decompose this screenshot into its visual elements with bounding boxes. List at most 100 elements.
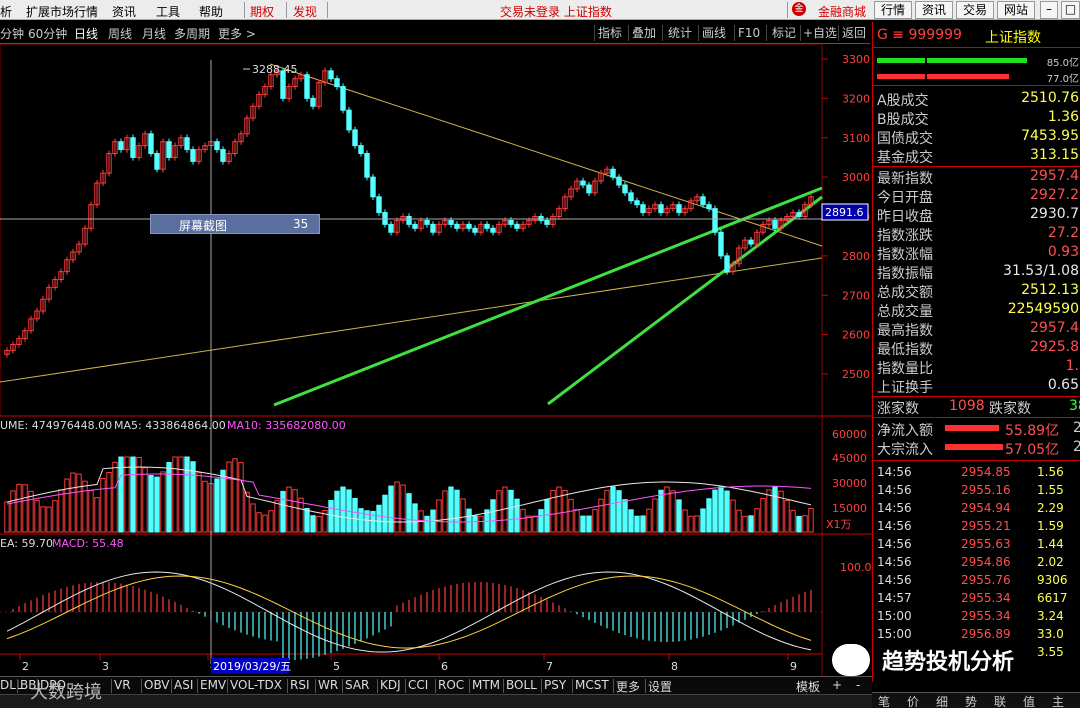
quote-tab[interactable]: 势: [965, 693, 977, 708]
screenshot-tool-box[interactable]: 屏幕截图 35: [150, 214, 320, 234]
indicator-tab[interactable]: MCST: [575, 678, 609, 692]
tick-time: 14:56: [877, 537, 912, 551]
toolbar-divider: [800, 25, 801, 41]
period-weekly[interactable]: 周线: [108, 25, 132, 42]
tick-price: 2956.89: [961, 627, 1011, 641]
volume-bar: [718, 486, 724, 533]
indicator-tab[interactable]: VR: [114, 678, 131, 692]
template-button[interactable]: 模板: [796, 678, 820, 695]
trade-button[interactable]: 交易: [956, 1, 994, 19]
overlay-button[interactable]: 叠加: [632, 24, 656, 42]
indicator-tab[interactable]: 更多: [616, 678, 640, 695]
volume-bar: [706, 498, 712, 533]
indicator-tab[interactable]: ASI: [174, 678, 193, 692]
cursor-date-label: 2019/03/29/五: [213, 660, 291, 673]
quote-tab[interactable]: 笔: [878, 693, 890, 708]
indicator-tabs: DLL BBI DPO VR OBV ASI EMV VOL-TDX RSI WR SAR KDJ CC…: [0, 676, 872, 694]
finance-shop-link[interactable]: 金融商城: [818, 3, 866, 20]
tick-volume: 1.56: [1037, 465, 1064, 479]
stat-row: 指数振幅 31.53/1.08: [873, 263, 1080, 282]
quote-tab[interactable]: 主: [1052, 693, 1064, 708]
volume-bar: [784, 499, 790, 533]
period-daily[interactable]: 日线: [74, 25, 98, 42]
volume-bar: [178, 456, 184, 533]
menu-analysis[interactable]: 析: [0, 3, 12, 20]
volume-bar: [604, 489, 610, 533]
block-inflow-label: 大宗流入: [877, 442, 933, 458]
down-count: 38: [1069, 398, 1080, 414]
indicator-tab[interactable]: KDJ: [380, 678, 401, 692]
indicator-tab[interactable]: SAR: [345, 678, 369, 692]
shop-icon[interactable]: 金: [792, 2, 806, 16]
indicator-tab[interactable]: BOLL: [506, 678, 537, 692]
tick-row: 14:56 2954.85 1.56: [873, 464, 1080, 482]
website-button[interactable]: 网站: [997, 1, 1035, 19]
tab-divider: [17, 679, 18, 693]
volume-bar: [478, 515, 484, 533]
period-60min[interactable]: 60分钟: [28, 25, 67, 42]
indicator-tab[interactable]: ROC: [438, 678, 464, 692]
support-line[interactable]: [0, 257, 823, 383]
indicator-button[interactable]: 指标: [598, 24, 622, 42]
candle-body: [538, 216, 544, 221]
volume-bar: [16, 483, 22, 533]
indicator-tab[interactable]: PSY: [544, 678, 566, 692]
maximize-icon[interactable]: □: [1061, 1, 1080, 19]
quote-tabs: 笔价细势联值主: [872, 692, 1080, 708]
indicator-tab[interactable]: MTM: [472, 678, 500, 692]
volume-bar: [100, 477, 106, 533]
menu-bar: 析 扩展市场行情 资讯 工具 帮助 期权 发现 交易未登录 上证指数 金 金融商…: [0, 0, 1080, 20]
tab-divider: [503, 679, 504, 693]
quote-tab[interactable]: 细: [936, 693, 948, 708]
zoom-in-button[interactable]: +: [832, 678, 842, 692]
volume-bar: [790, 509, 796, 533]
menu-discover[interactable]: 发现: [293, 3, 317, 20]
volume-bar: [682, 509, 688, 533]
indicator-tab[interactable]: OBV: [144, 678, 170, 692]
indicator-tab[interactable]: 设置: [648, 678, 672, 695]
quote-tab[interactable]: 价: [907, 693, 919, 708]
zoom-out-button[interactable]: -: [856, 678, 860, 692]
market-button[interactable]: 行情: [874, 1, 912, 19]
candle-body: [118, 141, 124, 151]
period-more[interactable]: 更多 >: [218, 25, 256, 42]
quote-tab[interactable]: 联: [994, 693, 1006, 708]
tab-divider: [469, 679, 470, 693]
period-monthly[interactable]: 月线: [142, 25, 166, 42]
tick-time: 14:56: [877, 483, 912, 497]
period-multi[interactable]: 多周期: [174, 25, 210, 42]
indicator-tab[interactable]: WR: [318, 678, 338, 692]
trend-lines[interactable]: [0, 63, 823, 407]
price-axis-label: 2800: [842, 250, 870, 263]
flow-bars: 85.0亿 77.0亿: [873, 50, 1080, 86]
f10-button[interactable]: F10: [738, 24, 760, 42]
menu-options[interactable]: 期权: [250, 3, 274, 20]
volume-bar: [772, 486, 778, 533]
quote-tab[interactable]: 值: [1023, 693, 1035, 708]
menu-help[interactable]: 帮助: [199, 3, 223, 20]
mark-button[interactable]: 标记: [772, 24, 796, 42]
price-axis-label: 3300: [842, 53, 870, 66]
candle-body: [340, 86, 346, 111]
stat-label: 指数量比: [877, 361, 933, 377]
news-button[interactable]: 资讯: [915, 1, 953, 19]
add-watchlist-button[interactable]: +自选: [803, 24, 837, 42]
stats-button[interactable]: 统计: [668, 24, 692, 42]
indicator-tab[interactable]: VOL-TDX: [230, 678, 282, 692]
high-label: 3288.45: [252, 63, 298, 76]
back-button[interactable]: 返回: [842, 24, 866, 42]
minimize-icon[interactable]: –: [1040, 1, 1058, 19]
menu-extended-market[interactable]: 扩展市场行情: [26, 3, 98, 20]
draw-line-button[interactable]: 画线: [702, 24, 726, 42]
indicator-tab[interactable]: CCI: [408, 678, 428, 692]
menu-info[interactable]: 资讯: [112, 3, 136, 20]
date-tick-label: 6: [441, 660, 448, 673]
tab-divider: [342, 679, 343, 693]
volume-bar: [520, 508, 526, 533]
macd-series: [6, 571, 812, 660]
indicator-tab[interactable]: EMV: [200, 678, 226, 692]
menu-tools[interactable]: 工具: [156, 3, 180, 20]
kline-chart[interactable]: 3300320031003000290028002700260025006000…: [0, 44, 872, 680]
period-minute[interactable]: 分钟: [0, 25, 24, 42]
indicator-tab[interactable]: RSI: [290, 678, 310, 692]
